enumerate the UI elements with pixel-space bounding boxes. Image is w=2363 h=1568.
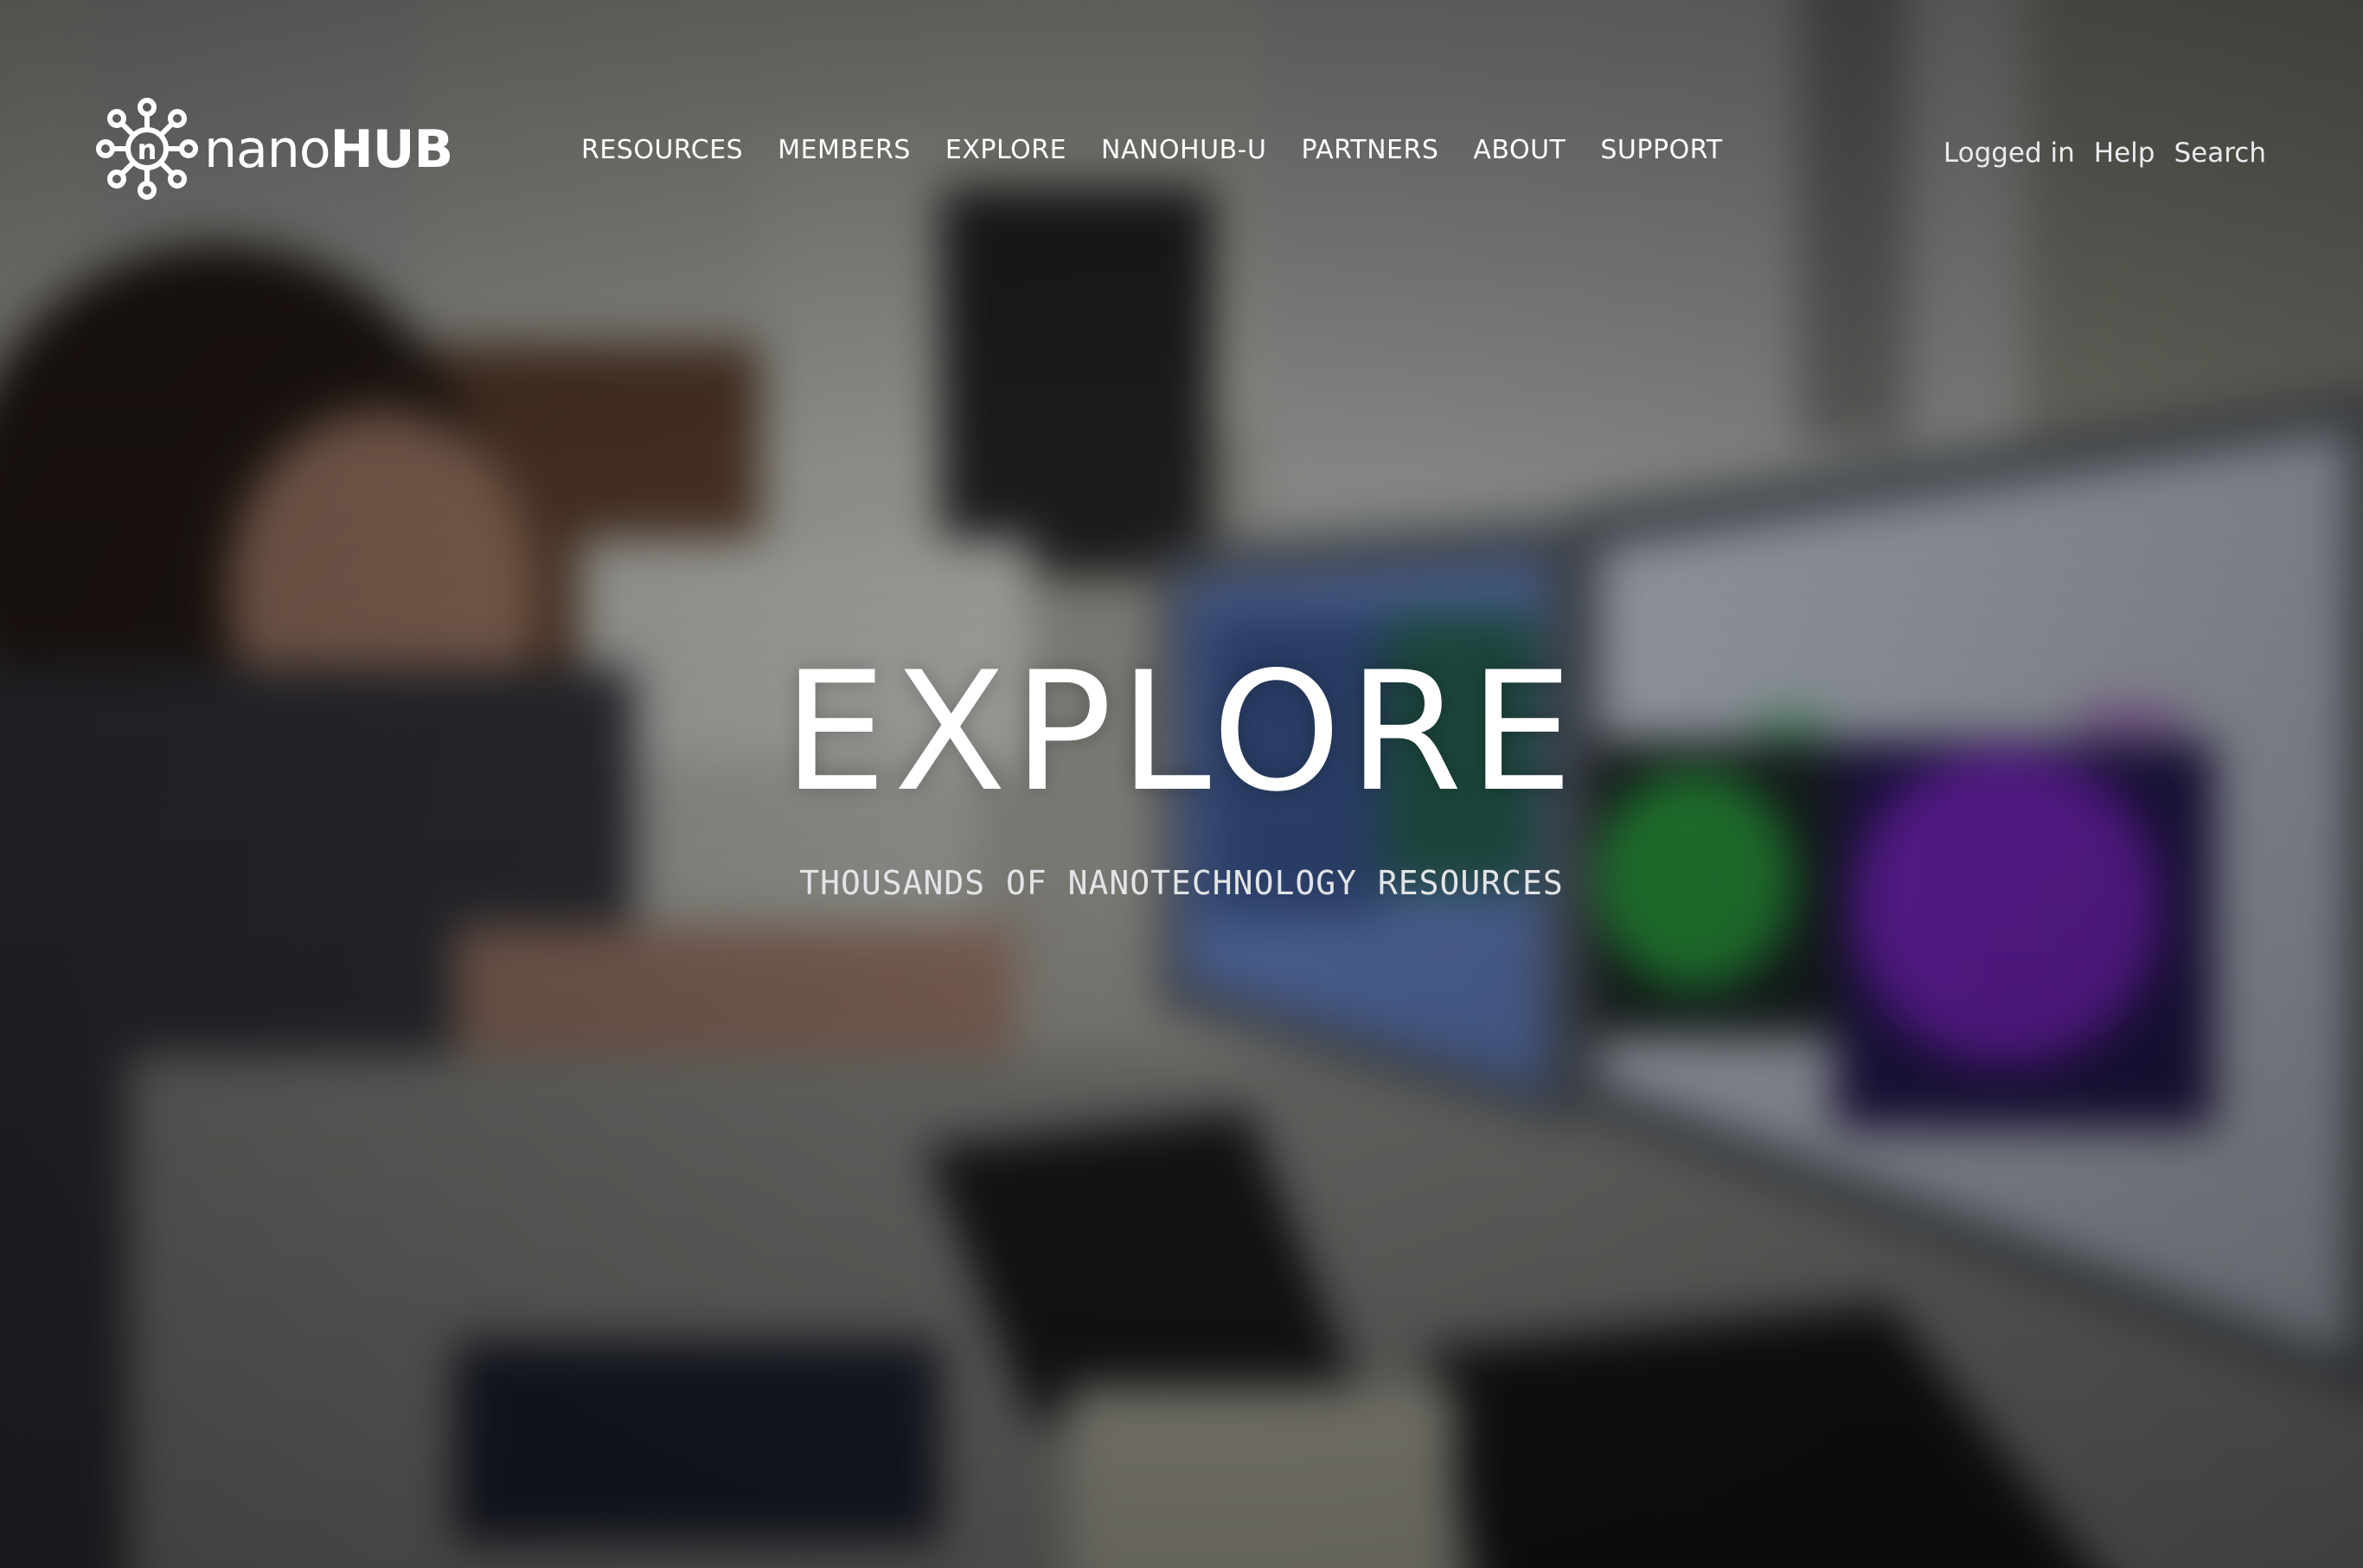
nav-item-members[interactable]: MEMBERS bbox=[778, 131, 911, 170]
help-link[interactable]: Help bbox=[2094, 134, 2155, 172]
nav-item-partners[interactable]: PARTNERS bbox=[1301, 131, 1438, 170]
main-navigation: RESOURCES MEMBERS EXPLORE NANOHUB-U PART… bbox=[581, 131, 1758, 170]
nav-item-about[interactable]: ABOUT bbox=[1473, 131, 1566, 170]
hero-title: EXPLORE bbox=[783, 637, 1580, 828]
user-navigation: Logged in Help Search bbox=[1924, 134, 2266, 172]
nav-item-resources[interactable]: RESOURCES bbox=[581, 131, 743, 170]
logged-in-link[interactable]: Logged in bbox=[1944, 134, 2075, 172]
site-logo-wordmark: nanoHUB bbox=[204, 124, 453, 176]
hero-subtitle: THOUSANDS OF NANOTECHNOLOGY RESOURCES bbox=[799, 864, 1564, 902]
svg-text:n: n bbox=[138, 133, 157, 166]
nanohub-logo-icon: n bbox=[96, 98, 198, 200]
search-link[interactable]: Search bbox=[2174, 134, 2266, 172]
page: n nanoHUB RESOURCES MEMBERS EXPLORE NANO… bbox=[0, 0, 2363, 1568]
logo-text-nano: nano bbox=[204, 119, 331, 180]
nav-item-nanohub-u[interactable]: NANOHUB-U bbox=[1101, 131, 1266, 170]
nav-item-explore[interactable]: EXPLORE bbox=[945, 131, 1066, 170]
logo-text-hub: HUB bbox=[330, 119, 454, 180]
nav-item-support[interactable]: SUPPORT bbox=[1600, 131, 1722, 170]
site-header: n nanoHUB RESOURCES MEMBERS EXPLORE NANO… bbox=[0, 0, 2363, 311]
site-logo-link[interactable]: n nanoHUB bbox=[93, 93, 453, 206]
